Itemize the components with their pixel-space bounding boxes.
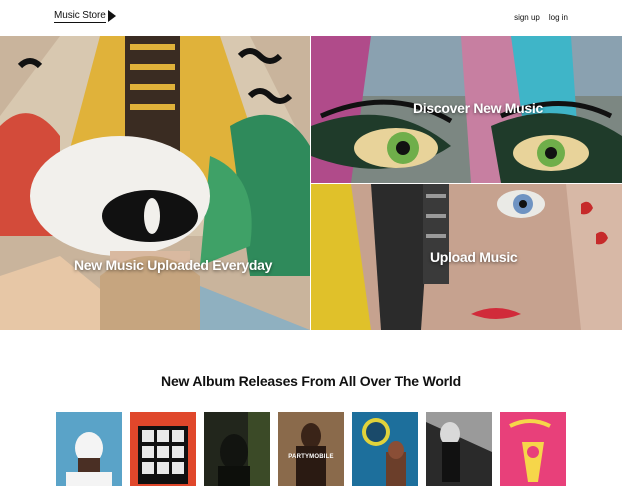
play-icon <box>107 9 116 22</box>
sign-up-link[interactable]: sign up <box>514 13 540 22</box>
hero-grid: New Music Uploaded Everyday Discover New… <box>0 36 622 330</box>
album-4-title: PARTYMOBILE <box>288 454 334 460</box>
album-card-4[interactable]: PARTYMOBILE <box>278 412 344 486</box>
album-cover-1 <box>56 412 122 486</box>
header-nav: sign up log in <box>514 13 568 22</box>
album-cover-7 <box>500 412 566 486</box>
site-header: Music Store sign up log in <box>0 0 622 36</box>
album-card-2[interactable] <box>130 412 196 486</box>
hero-tile-upload[interactable]: Upload Music <box>311 184 622 330</box>
album-card-6[interactable] <box>426 412 492 486</box>
album-card-3[interactable] <box>204 412 270 486</box>
hero-left-label: New Music Uploaded Everyday <box>74 257 273 273</box>
hero-tile-discover[interactable]: Discover New Music <box>311 36 622 183</box>
hero-top-right-label: Discover New Music <box>413 100 543 116</box>
album-card-5[interactable] <box>352 412 418 486</box>
hero-tile-new-music[interactable]: New Music Uploaded Everyday <box>0 36 310 330</box>
hero-bottom-right-label: Upload Music <box>430 249 518 265</box>
album-cover-3 <box>204 412 270 486</box>
album-cover-4 <box>278 412 344 486</box>
logo-text: Music Store <box>54 10 106 23</box>
album-list: PARTYMOBILE <box>56 412 566 486</box>
log-in-link[interactable]: log in <box>549 13 568 22</box>
album-card-7[interactable] <box>500 412 566 486</box>
album-cover-5 <box>352 412 418 486</box>
album-card-1[interactable] <box>56 412 122 486</box>
hero-artwork-eye-mural <box>0 36 310 330</box>
album-cover-6 <box>426 412 492 486</box>
releases-heading: New Album Releases From All Over The Wor… <box>161 373 461 389</box>
logo-link[interactable]: Music Store <box>54 9 116 23</box>
album-cover-2 <box>130 412 196 486</box>
